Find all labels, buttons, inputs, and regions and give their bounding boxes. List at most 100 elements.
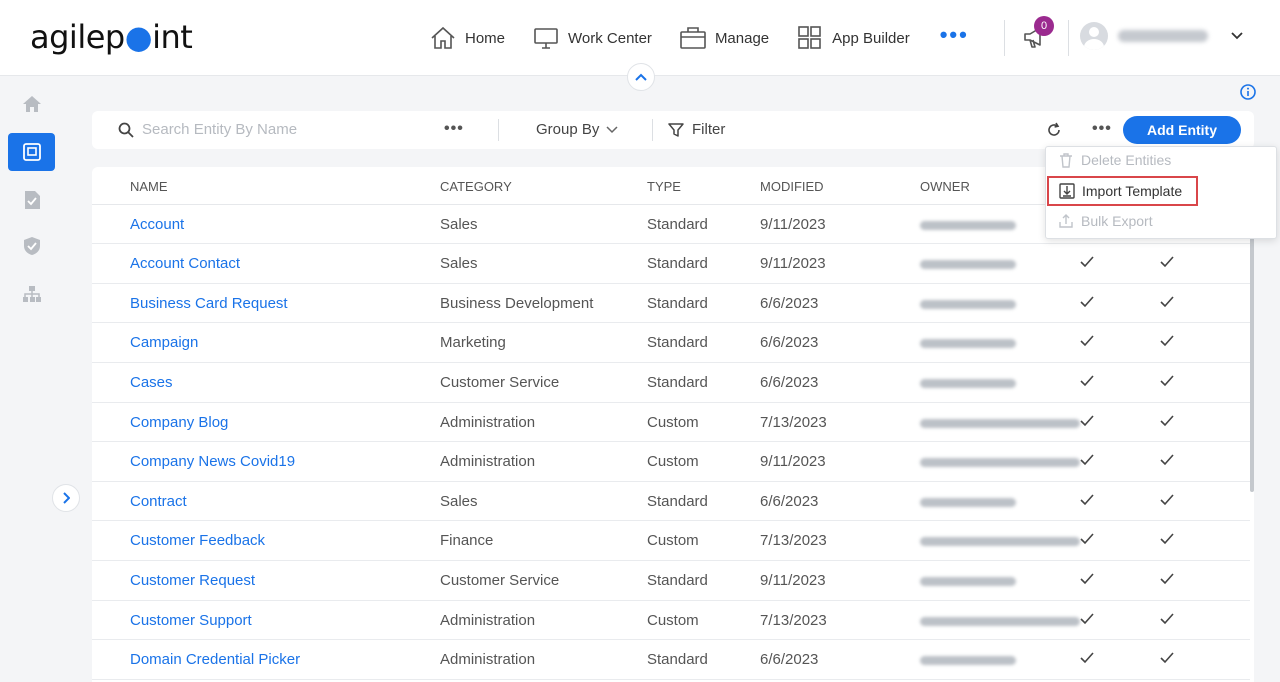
entity-modified: 7/13/2023 (760, 611, 827, 629)
check-icon (1080, 454, 1094, 466)
more-actions-button[interactable]: ••• (1092, 120, 1112, 138)
menu-item-bulk-export[interactable]: Bulk Export (1058, 213, 1153, 229)
filter-button[interactable]: Filter (668, 121, 725, 138)
sidebar-item-home[interactable] (8, 85, 55, 123)
check-icon (1160, 652, 1174, 664)
nav-home-label: Home (465, 29, 506, 47)
table-row[interactable]: Customer Feedback Finance Custom 7/13/2023 (92, 521, 1250, 561)
column-header-name[interactable]: NAME (130, 179, 168, 194)
check-icon (1160, 415, 1174, 426)
entity-type: Standard (647, 294, 708, 312)
entity-modified: 9/11/2023 (760, 453, 826, 471)
sidebar-item-security[interactable] (8, 227, 55, 265)
table-row[interactable]: Campaign Marketing Standard 6/6/2023 (92, 323, 1250, 363)
export-icon (1059, 214, 1073, 228)
column-header-modified[interactable]: MODIFIED (760, 179, 824, 194)
entity-owner-redacted (920, 616, 1080, 626)
nav-work-center-label: Work Center (568, 29, 652, 47)
table-row[interactable]: Contract Sales Standard 6/6/2023 (92, 482, 1250, 522)
check-icon (1080, 573, 1094, 585)
nav-home[interactable]: Home (430, 26, 505, 50)
table-row[interactable]: Customer Support Administration Custom 7/13… (92, 601, 1250, 641)
info-icon[interactable] (1240, 84, 1256, 100)
agilepoint-logo[interactable]: agilep●int (30, 18, 193, 56)
entity-type: Standard (647, 215, 708, 233)
menu-item-label: Bulk Export (1081, 213, 1153, 229)
column-header-owner[interactable]: OWNER (920, 179, 970, 194)
entity-name-link[interactable]: Company News Covid19 (130, 453, 295, 470)
main-nav: Home Work Center Manage App Builder ••• (430, 22, 969, 54)
check-icon (1160, 375, 1174, 387)
username-redacted (1118, 30, 1208, 42)
entity-name-link[interactable]: Account Contact (130, 255, 240, 272)
entity-name-link[interactable]: Campaign (130, 334, 198, 351)
sidebar-item-data-entities[interactable] (8, 133, 55, 171)
menu-item-delete-entities[interactable]: Delete Entities (1058, 152, 1171, 168)
collapse-header-button[interactable] (627, 63, 655, 91)
notification-badge: 0 (1034, 16, 1054, 36)
data-entities-icon (22, 143, 41, 161)
entity-name-link[interactable]: Account (130, 216, 184, 233)
home-icon (431, 26, 455, 49)
sidebar-item-tasks[interactable] (8, 181, 55, 219)
entity-name-link[interactable]: Domain Credential Picker (130, 651, 300, 668)
entity-modified: 6/6/2023 (760, 374, 819, 391)
shield-icon (23, 237, 40, 255)
nav-more-button[interactable]: ••• (940, 22, 969, 48)
entity-type: Custom (647, 413, 699, 431)
entity-name-link[interactable]: Cases (130, 374, 173, 391)
chevron-up-icon (635, 73, 647, 81)
filter-label: Filter (692, 121, 726, 138)
group-by-dropdown[interactable]: Group By (536, 121, 618, 138)
vertical-scrollbar[interactable] (1250, 227, 1254, 492)
add-entity-button[interactable]: Add Entity (1123, 116, 1241, 144)
entity-name-link[interactable]: Customer Feedback (130, 532, 265, 549)
divider (1004, 20, 1005, 56)
table-row[interactable]: Business Card Request Business Developmen… (92, 284, 1250, 324)
entity-owner-redacted (920, 537, 1080, 547)
check-icon (1080, 375, 1094, 387)
entity-owner-redacted (920, 299, 1016, 309)
entity-name-link[interactable]: Contract (130, 493, 187, 510)
table-row[interactable]: Company Blog Administration Custom 7/13/202… (92, 403, 1250, 443)
entity-toolbar: Search Entity By Name ••• Group By Filte… (92, 111, 1254, 149)
table-row[interactable]: Company News Covid19 Administration Custom… (92, 442, 1250, 482)
entity-type: Standard (647, 334, 708, 352)
refresh-icon[interactable] (1046, 122, 1062, 138)
table-row[interactable]: Account Contact Sales Standard 9/11/2023 (92, 244, 1250, 284)
expand-sidebar-button[interactable] (52, 484, 80, 512)
search-options-button[interactable]: ••• (444, 120, 464, 138)
menu-item-import-template[interactable]: Import Template (1047, 176, 1198, 206)
entity-name-link[interactable]: Business Card Request (130, 295, 288, 312)
divider (498, 119, 499, 141)
entity-name-link[interactable]: Company Blog (130, 414, 228, 431)
nav-app-builder-label: App Builder (832, 29, 910, 47)
check-icon (1080, 256, 1094, 268)
sidebar-item-hierarchy[interactable] (8, 275, 55, 313)
entity-category: Customer Service (440, 572, 560, 589)
column-header-category[interactable]: CATEGORY (440, 179, 512, 194)
check-icon (1160, 256, 1174, 268)
home-icon (22, 96, 41, 112)
table-row[interactable]: Customer Request Customer Service Standard… (92, 561, 1250, 601)
entity-owner-redacted (920, 656, 1016, 666)
entities-table: NAME CATEGORY TYPE MODIFIED OWNER Accoun… (92, 167, 1254, 682)
entity-modified: 6/6/2023 (760, 294, 819, 312)
entity-name-link[interactable]: Customer Request (130, 572, 255, 589)
check-icon (1160, 335, 1174, 347)
entity-name-link[interactable]: Customer Support (130, 612, 252, 629)
table-row[interactable]: Cases Customer Service Standard 6/6/2023 (92, 363, 1250, 403)
search-input[interactable]: Search Entity By Name (118, 121, 297, 138)
nav-work-center[interactable]: Work Center (533, 26, 652, 50)
notifications-button[interactable]: 0 (1022, 16, 1054, 52)
table-row[interactable]: Domain Credential Picker Administration St… (92, 640, 1250, 680)
check-icon (1160, 494, 1174, 505)
nav-app-builder[interactable]: App Builder (797, 26, 910, 50)
entity-type: Custom (647, 453, 699, 471)
column-header-type[interactable]: TYPE (647, 179, 681, 194)
user-menu[interactable] (1080, 22, 1244, 50)
nav-manage[interactable]: Manage (680, 26, 769, 50)
entity-category: Administration (440, 651, 536, 669)
entity-category: Marketing (440, 334, 506, 352)
entity-type: Standard (647, 492, 708, 510)
